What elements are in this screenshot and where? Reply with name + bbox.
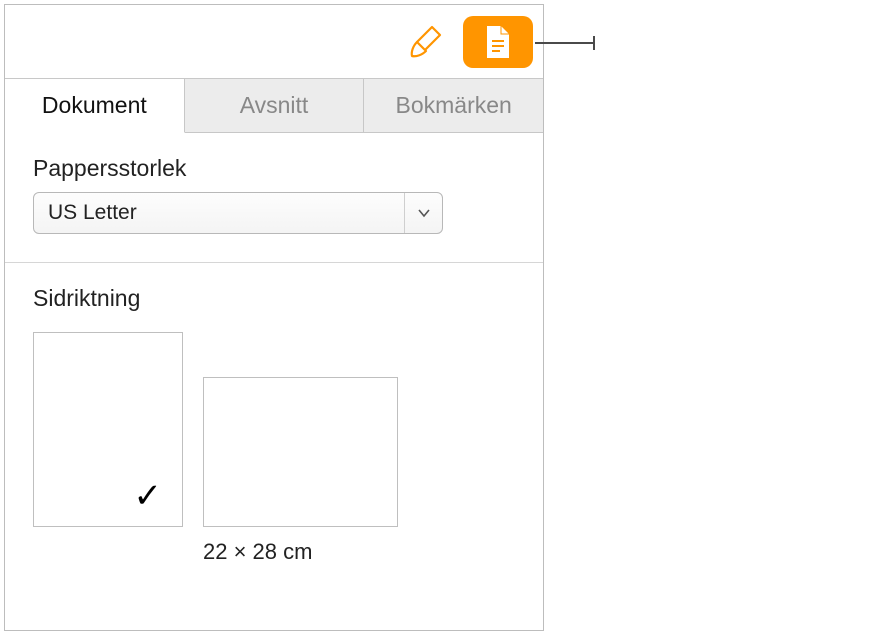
tab-bookmarks-label: Bokmärken: [396, 92, 512, 119]
tab-document[interactable]: Dokument: [5, 79, 185, 133]
tab-content: Pappersstorlek US Letter Sidriktning ✓ 2…: [5, 133, 543, 630]
tab-section-label: Avsnitt: [240, 92, 309, 119]
callout-tick: [593, 36, 595, 50]
paintbrush-icon[interactable]: [405, 22, 445, 62]
orientation-label: Sidriktning: [33, 285, 515, 312]
tab-bookmarks[interactable]: Bokmärken: [364, 79, 543, 133]
paper-size-label: Pappersstorlek: [33, 155, 515, 182]
document-button[interactable]: [463, 16, 533, 68]
tab-section[interactable]: Avsnitt: [185, 79, 365, 133]
paper-size-value: US Letter: [34, 201, 404, 225]
tab-bar: Dokument Avsnitt Bokmärken: [5, 79, 543, 133]
tab-document-label: Dokument: [42, 92, 147, 119]
document-icon: [483, 24, 513, 60]
inspector-panel: Dokument Avsnitt Bokmärken Pappersstorle…: [4, 4, 544, 631]
orientation-options: ✓: [33, 332, 515, 527]
toolbar: [5, 5, 543, 79]
orientation-landscape[interactable]: [203, 377, 398, 527]
paper-size-select[interactable]: US Letter: [33, 192, 443, 234]
checkmark-icon: ✓: [134, 476, 163, 516]
orientation-portrait[interactable]: ✓: [33, 332, 183, 527]
divider: [5, 262, 544, 263]
orientation-dimensions: 22 × 28 cm: [203, 539, 515, 565]
chevron-down-icon: [404, 193, 442, 233]
callout-line: [535, 42, 595, 44]
